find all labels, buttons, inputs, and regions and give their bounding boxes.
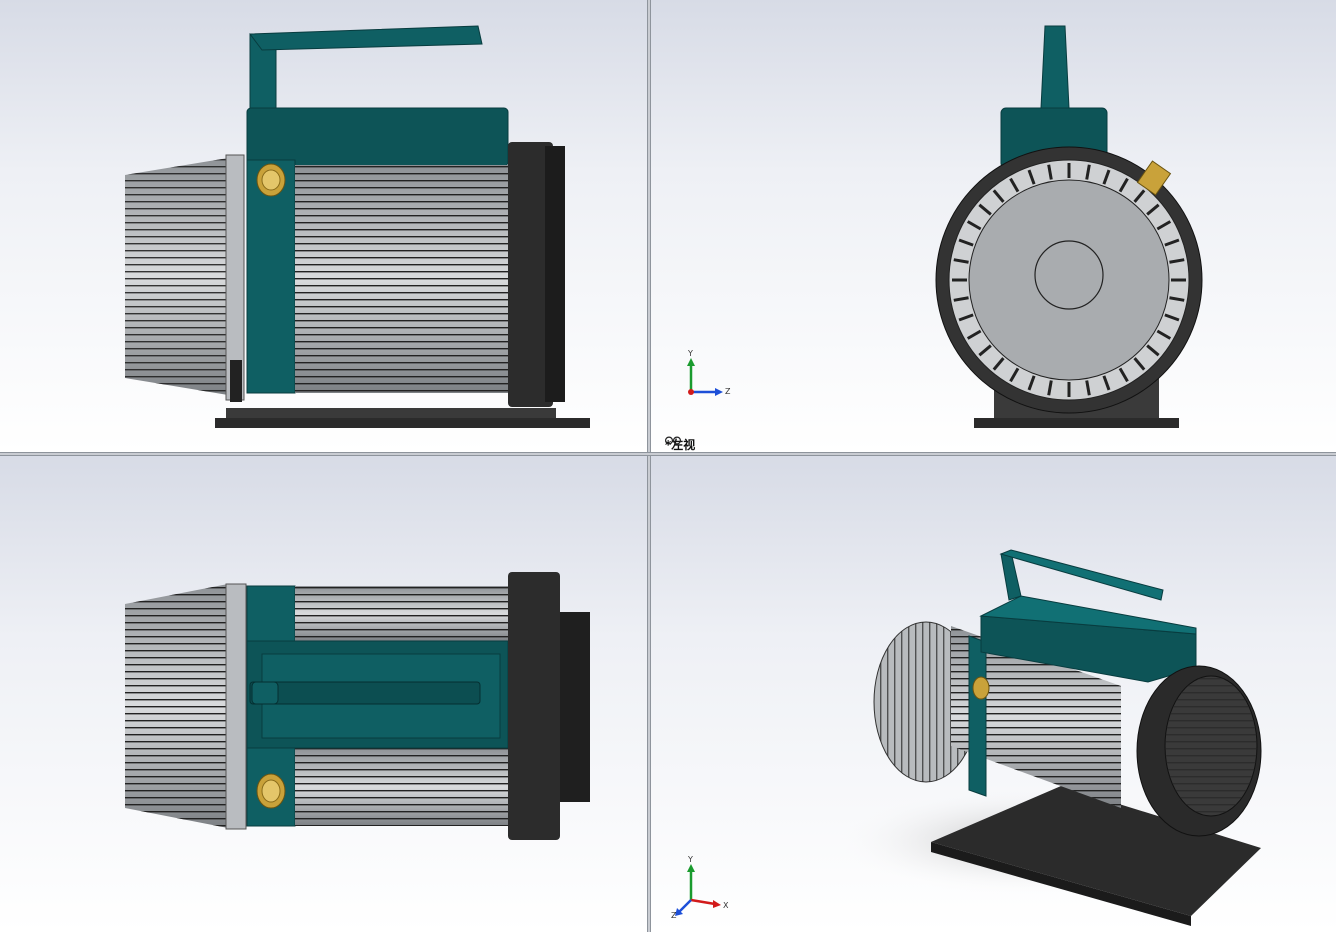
svg-text:Y: Y xyxy=(687,855,693,864)
svg-text:Y: Y xyxy=(687,350,693,358)
view-orientation-label[interactable]: *左视 xyxy=(665,436,695,452)
svg-text:X: X xyxy=(723,901,729,910)
coordinate-triad: Y X Z xyxy=(671,855,729,920)
svg-text:Z: Z xyxy=(725,387,731,396)
glasses-icon xyxy=(665,436,681,445)
pump-top-view-model xyxy=(125,572,590,840)
base-plate xyxy=(215,418,590,428)
viewport-side-view[interactable] xyxy=(0,0,647,452)
viewport-top-view[interactable] xyxy=(0,456,647,932)
coordinate-triad: Y Z xyxy=(687,350,731,396)
top-housing xyxy=(246,107,509,167)
svg-text:Z: Z xyxy=(671,911,677,920)
pump-left-view-model xyxy=(935,25,1203,428)
pump-isometric-model xyxy=(831,549,1262,926)
pump-side-view-model xyxy=(125,25,590,428)
viewport-isometric-view[interactable]: Y X Z xyxy=(651,456,1336,932)
viewport-left-view[interactable]: Y Z *左视 xyxy=(651,0,1336,452)
